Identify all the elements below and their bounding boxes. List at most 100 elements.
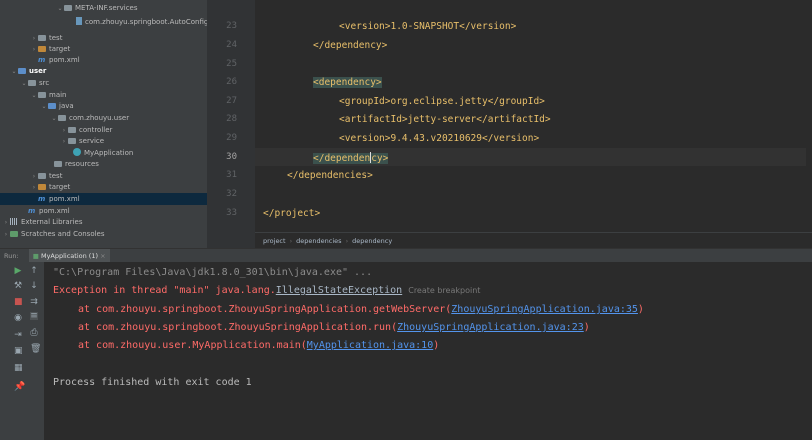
stack-frame: at com.zhouyu.springboot.ZhouyuSpringApp… bbox=[78, 322, 398, 333]
line-number-gutter: 23 24 25 26 27 28 29 30 31 32 33 bbox=[207, 0, 265, 232]
layout-icon[interactable]: ▣ bbox=[14, 347, 23, 356]
source-link[interactable]: ZhouyuSpringApplication.java:23 bbox=[397, 322, 584, 333]
line-number: 24 bbox=[226, 40, 237, 50]
tree-item-label: target bbox=[49, 45, 71, 53]
run-tab-label: MyApplication (1) bbox=[40, 252, 99, 260]
tree-item-label: test bbox=[49, 34, 63, 42]
tree-item-label: test bbox=[49, 172, 63, 180]
tree-item-label: target bbox=[49, 183, 71, 191]
breadcrumb-separator: › bbox=[289, 237, 293, 245]
tree-item-label: External Libraries bbox=[21, 218, 83, 226]
scroll-to-end-icon[interactable]: ≡ bbox=[30, 312, 38, 321]
console-exception-line: Exception in thread "main" java.lang.Ill… bbox=[53, 285, 480, 296]
folder-icon bbox=[28, 80, 36, 86]
tree-item-target[interactable]: › target bbox=[0, 181, 207, 193]
line-number: 29 bbox=[226, 133, 237, 143]
camera-icon[interactable]: ◉ bbox=[14, 314, 22, 323]
tree-item-label: com.zhouyu.springboot.AutoConfiguration bbox=[85, 18, 207, 26]
tree-item-label: MyApplication bbox=[84, 149, 134, 157]
tree-item-scratches[interactable]: › Scratches and Consoles bbox=[0, 228, 207, 240]
tree-item-service[interactable]: › service bbox=[0, 135, 207, 147]
library-icon bbox=[10, 218, 18, 225]
tree-item-resources[interactable]: resources bbox=[0, 158, 207, 170]
rerun-icon[interactable]: ▶ bbox=[14, 267, 22, 276]
folder-icon bbox=[38, 92, 46, 98]
code-line: <version>1.0-SNAPSHOT</version> bbox=[339, 21, 517, 32]
stop-icon[interactable]: ■ bbox=[14, 298, 23, 307]
tree-item-label: src bbox=[39, 79, 50, 87]
breadcrumb-item[interactable]: dependencies bbox=[296, 237, 341, 245]
tree-item-external-libraries[interactable]: › External Libraries bbox=[0, 216, 207, 228]
exit-icon[interactable]: ⇥ bbox=[14, 331, 22, 340]
console-output[interactable]: "C:\Program Files\Java\jdk1.8.0_301\bin\… bbox=[44, 262, 812, 440]
code-line: <dependency> bbox=[313, 77, 382, 88]
close-icon[interactable]: × bbox=[100, 252, 105, 260]
pin-icon[interactable]: 📌 bbox=[14, 383, 25, 392]
tree-item-label: com.zhouyu.user bbox=[69, 114, 130, 122]
folder-icon bbox=[38, 173, 46, 179]
tree-item-label: resources bbox=[65, 160, 99, 168]
exception-text: Exception in thread "main" java.lang. bbox=[53, 285, 276, 296]
run-label: Run: bbox=[4, 252, 19, 260]
breadcrumb: project › dependencies › dependency bbox=[255, 232, 812, 249]
matched-tag: </dependency> bbox=[313, 152, 389, 164]
up-arrow-icon[interactable]: ↑ bbox=[30, 267, 38, 276]
ide-window: ⌄ META-INF.services com.zhouyu.springboot… bbox=[0, 0, 812, 440]
tree-item-label: pom.xml bbox=[39, 207, 70, 215]
tree-item-src[interactable]: ⌄ src bbox=[0, 77, 207, 89]
wrench-icon[interactable]: ⚒ bbox=[14, 282, 22, 291]
editor-scrollbar[interactable] bbox=[806, 0, 812, 232]
tree-item-autoconfiguration[interactable]: com.zhouyu.springboot.AutoConfiguration bbox=[0, 16, 207, 28]
line-number: 33 bbox=[226, 208, 237, 218]
code-editor[interactable]: <version>1.0-SNAPSHOT</version> </depend… bbox=[255, 0, 812, 232]
tree-item-java[interactable]: ⌄ java bbox=[0, 100, 207, 112]
tree-item-user-module[interactable]: ⌄ user bbox=[0, 65, 207, 77]
code-text: cy> bbox=[371, 153, 389, 164]
source-link[interactable]: MyApplication.java:10 bbox=[307, 340, 433, 351]
folder-icon bbox=[38, 46, 46, 52]
stack-frame: at com.zhouyu.user.MyApplication.main( bbox=[78, 340, 307, 351]
gutter-filler bbox=[207, 232, 255, 248]
stack-frame-suffix: ) bbox=[583, 322, 590, 333]
tree-item-label: controller bbox=[79, 126, 113, 134]
breadcrumb-item[interactable]: dependency bbox=[352, 237, 392, 245]
line-number-current: 30 bbox=[226, 152, 237, 162]
breadcrumb-item[interactable]: project bbox=[263, 237, 286, 245]
chevron-down-icon[interactable]: ⌄ bbox=[56, 3, 64, 15]
soft-wrap-icon[interactable]: ⇉ bbox=[30, 298, 38, 307]
stack-trace-line: at com.zhouyu.springboot.ZhouyuSpringApp… bbox=[78, 304, 644, 315]
tree-item-label: user bbox=[29, 67, 47, 75]
line-number: 27 bbox=[226, 96, 237, 106]
code-line: </dependencies> bbox=[287, 170, 373, 181]
grid-icon[interactable]: ▦ bbox=[14, 364, 23, 373]
code-text: </dependen bbox=[313, 153, 371, 164]
run-tab[interactable]: ■ MyApplication (1) × bbox=[28, 249, 110, 263]
trash-icon[interactable]: 🗑 bbox=[30, 345, 41, 354]
tree-item-label: pom.xml bbox=[49, 56, 80, 64]
code-line: </dependency> bbox=[313, 40, 388, 51]
exception-class-link[interactable]: IllegalStateException bbox=[276, 285, 402, 296]
tree-item-label: main bbox=[49, 91, 67, 99]
folder-icon bbox=[54, 161, 62, 167]
code-line: <groupId>org.eclipse.jetty</groupId> bbox=[339, 96, 545, 107]
folder-icon bbox=[38, 184, 46, 190]
console-command-line: "C:\Program Files\Java\jdk1.8.0_301\bin\… bbox=[53, 267, 373, 278]
scratch-icon bbox=[10, 231, 18, 237]
line-number: 26 bbox=[226, 77, 237, 87]
tree-item-label: Scratches and Consoles bbox=[21, 230, 105, 238]
tree-item-meta-inf[interactable]: ⌄ META-INF.services bbox=[0, 2, 207, 14]
breadcrumb-separator: › bbox=[345, 237, 349, 245]
exit-message: Process finished with exit code 1 bbox=[53, 377, 252, 388]
module-icon bbox=[18, 68, 26, 74]
create-breakpoint-link[interactable]: Create breakpoint bbox=[408, 286, 480, 295]
tree-item-pom-selected[interactable]: m pom.xml bbox=[0, 193, 207, 205]
tree-item-package[interactable]: ⌄ com.zhouyu.user bbox=[0, 112, 207, 124]
stack-trace-line: at com.zhouyu.user.MyApplication.main(My… bbox=[78, 340, 439, 351]
source-link[interactable]: ZhouyuSpringApplication.java:35 bbox=[451, 304, 638, 315]
line-number: 32 bbox=[226, 189, 237, 199]
print-icon[interactable]: ⎙ bbox=[30, 329, 38, 338]
chevron-right-icon[interactable]: › bbox=[2, 229, 10, 241]
run-config-icon: ■ bbox=[32, 252, 39, 260]
tree-item-label: java bbox=[59, 102, 74, 110]
down-arrow-icon[interactable]: ↓ bbox=[30, 282, 38, 291]
